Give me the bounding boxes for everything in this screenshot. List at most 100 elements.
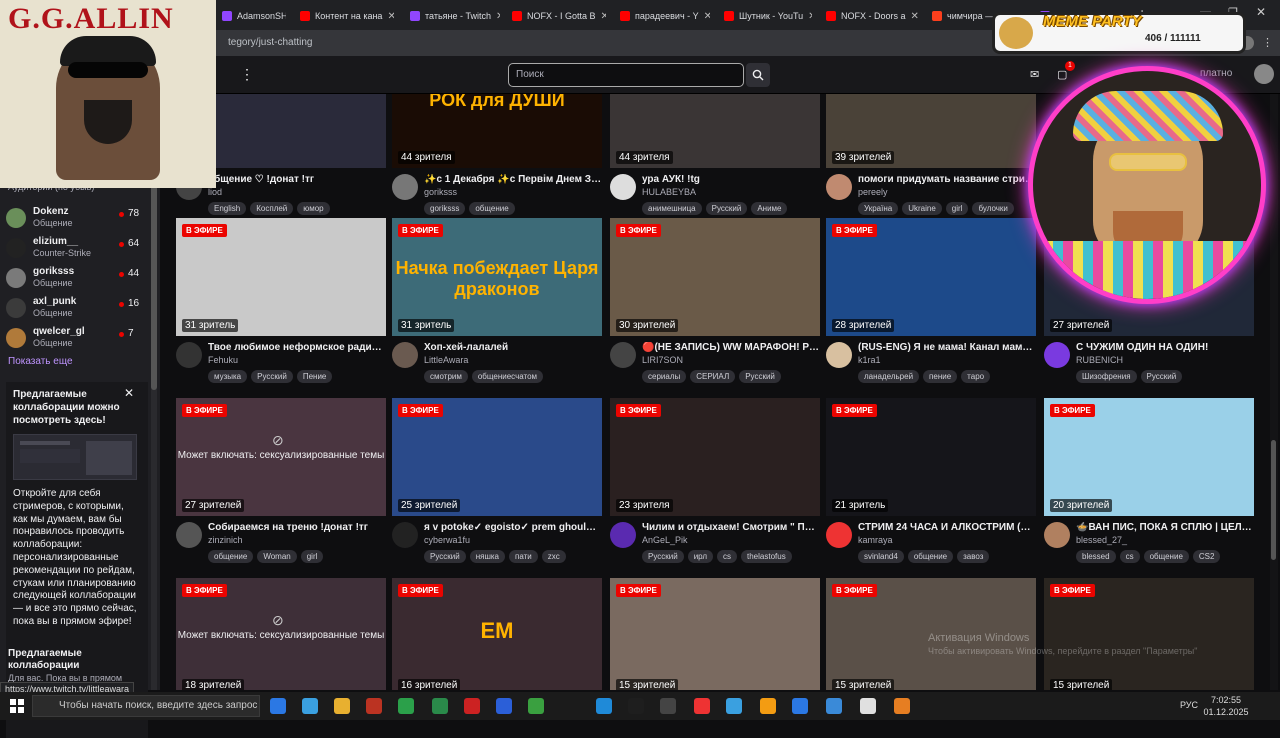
browser-tab[interactable]: татьяне - Twitch ✕ <box>404 5 500 27</box>
stream-channel[interactable]: Fehuku <box>208 355 238 365</box>
stream-tag[interactable]: общение <box>208 550 254 563</box>
taskbar-app-icon[interactable] <box>366 698 382 714</box>
stream-tag[interactable]: няшка <box>469 550 505 563</box>
taskbar-app-icon[interactable] <box>760 698 776 714</box>
stream-tag[interactable]: смотрим <box>424 370 468 383</box>
browser-tab[interactable]: Контент на кана ✕ <box>294 5 394 27</box>
show-more-link[interactable]: Показать еще <box>8 356 73 367</box>
stream-tag[interactable]: Woman <box>257 550 297 563</box>
stream-title[interactable]: Собираемся на треню !донат !тг <box>208 522 386 533</box>
clock-time[interactable]: 7:02:55 <box>1204 695 1248 705</box>
stream-tag[interactable]: пати <box>508 550 538 563</box>
stream-channel[interactable]: RUBENICH <box>1076 355 1123 365</box>
tab-close-icon[interactable]: ✕ <box>911 11 918 22</box>
stream-tag[interactable]: юмор <box>297 202 330 215</box>
stream-title[interactable]: (RUS-ENG) Я не мама! Канал мамы: ... <box>858 342 1036 353</box>
streamer-avatar[interactable] <box>826 174 852 200</box>
stream-tag[interactable]: общение <box>1143 550 1189 563</box>
taskbar-app-icon[interactable] <box>628 698 644 714</box>
stream-tag[interactable]: сериалы <box>642 370 687 383</box>
stream-card[interactable]: В ЭФИРЕ 23 зрителя Чилим и отдыхаем! Смотр… <box>610 398 820 574</box>
taskbar-app-icon[interactable] <box>528 698 544 714</box>
taskbar-app-icon[interactable] <box>726 698 742 714</box>
stream-card[interactable]: ⊘ Может включать: сексуализированные темы… <box>176 398 386 574</box>
stream-title[interactable]: ✨с 1 Декабря ✨с Первім Днем Зи... <box>424 174 602 185</box>
taskbar-app-icon[interactable] <box>860 698 876 714</box>
browser-tab[interactable]: AdamsonSHOW✕ <box>216 5 286 27</box>
streamer-avatar[interactable] <box>610 522 636 548</box>
close-icon[interactable]: ✕ <box>124 386 134 400</box>
stream-tag[interactable]: завоз <box>957 550 990 563</box>
streamer-avatar[interactable] <box>610 174 636 200</box>
stream-card[interactable]: Начка побеждает Царя драконов В ЭФИРЕ 31 з… <box>392 218 602 394</box>
taskbar-app-icon[interactable] <box>826 698 842 714</box>
stream-thumbnail[interactable]: В ЭФИРЕ 15 зрителей <box>610 578 820 690</box>
stream-channel[interactable]: liod <box>208 187 222 197</box>
stream-channel[interactable]: LittleAwara <box>424 355 468 365</box>
search-button[interactable] <box>746 63 770 87</box>
streamer-avatar[interactable] <box>392 174 418 200</box>
taskbar-app-icon[interactable] <box>302 698 318 714</box>
streamer-avatar[interactable] <box>826 522 852 548</box>
stream-tag[interactable]: общение <box>469 202 515 215</box>
whispers-icon[interactable]: ▢ <box>1057 68 1067 81</box>
stream-thumbnail[interactable]: ⊘ Может включать: сексуализированные темы… <box>176 398 386 516</box>
stream-channel[interactable]: LIRI7SON <box>642 355 683 365</box>
stream-title[interactable]: Твое любимое неформское радио (♡ °... <box>208 342 386 353</box>
stream-tag[interactable]: Україна <box>858 202 899 215</box>
tab-close-icon[interactable]: ✕ <box>601 11 606 22</box>
sidebar-channel[interactable]: axl_punk Общение 16 <box>6 294 146 322</box>
stream-card[interactable]: 39 зрителей помоги придумать название стр… <box>826 94 1036 226</box>
user-avatar[interactable] <box>1254 64 1274 84</box>
stream-tag[interactable]: СЕРИАЛ <box>690 370 736 383</box>
stream-tag[interactable]: Русский <box>1140 370 1183 383</box>
main-scrollbar-thumb[interactable] <box>1271 440 1276 560</box>
stream-title[interactable]: С ЧУЖИМ ОДИН НА ОДИН! <box>1076 342 1254 353</box>
stream-card[interactable]: РОК для ДУШИ 44 зрителя ✨с 1 Декабря ✨с Пе… <box>392 94 602 226</box>
taskbar-app-icon[interactable] <box>596 698 612 714</box>
taskbar-app-icon[interactable] <box>334 698 350 714</box>
stream-tag[interactable]: thelastofus <box>741 550 792 563</box>
taskbar-app-icon[interactable] <box>894 698 910 714</box>
stream-card[interactable]: В ЭФИРЕ 21 зритель СТРИМ 24 ЧАСА И АЛКОСТР… <box>826 398 1036 574</box>
stream-thumbnail[interactable]: В ЭФИРЕ 15 зрителей <box>1044 578 1254 690</box>
stream-tag[interactable]: svinland4 <box>858 550 904 563</box>
windows-start-icon[interactable] <box>10 699 24 713</box>
stream-tag[interactable]: Пение <box>296 370 333 383</box>
taskbar-app-icon[interactable] <box>464 698 480 714</box>
stream-tag[interactable]: Шизофрения <box>1076 370 1137 383</box>
stream-card[interactable]: В ЭФИРЕ 15 зрителей <box>610 578 820 690</box>
tab-close-icon[interactable]: ✕ <box>808 11 812 22</box>
taskbar-app-icon[interactable] <box>496 698 512 714</box>
stream-tag[interactable]: girl <box>300 550 324 563</box>
streamer-avatar[interactable] <box>826 342 852 368</box>
taskbar-app-icon[interactable] <box>694 698 710 714</box>
stream-thumbnail[interactable]: В ЭФИРЕ 21 зритель <box>826 398 1036 516</box>
streamer-avatar[interactable] <box>1044 342 1070 368</box>
stream-tag[interactable]: пение <box>923 370 958 383</box>
close-window-icon[interactable]: ✕ <box>1256 5 1266 19</box>
stream-title[interactable]: общение ♡ !донат !тг <box>208 174 386 185</box>
stream-channel[interactable]: cyberwa1fu <box>424 535 470 545</box>
sidebar-channel[interactable]: qwelcer_gl Общение 7 <box>6 324 146 352</box>
clock-date[interactable]: 01.12.2025 <box>1200 707 1252 717</box>
streamer-avatar[interactable] <box>1044 522 1070 548</box>
stream-thumbnail[interactable]: В ЭФИРЕ 25 зрителей <box>392 398 602 516</box>
stream-channel[interactable]: HULABEYBA <box>642 187 696 197</box>
stream-tag[interactable]: Русский <box>705 202 748 215</box>
browser-menu-icon[interactable]: ⋮ <box>1262 36 1273 49</box>
url-text[interactable]: tegory/just-chatting <box>228 37 313 48</box>
stream-tag[interactable]: Русский <box>424 550 466 563</box>
prime-label[interactable]: платно <box>1200 68 1232 79</box>
stream-tag[interactable]: Русский <box>739 370 781 383</box>
tab-close-icon[interactable]: ✕ <box>387 11 394 22</box>
stream-thumbnail[interactable]: В ЭФИРЕ 28 зрителей <box>826 218 1036 336</box>
stream-thumbnail[interactable]: РОК для ДУШИ 44 зрителя <box>392 94 602 168</box>
main-scrollbar[interactable] <box>1270 94 1278 690</box>
stream-tag[interactable]: общениесчатом <box>471 370 544 383</box>
stream-channel[interactable]: zinzinich <box>208 535 243 545</box>
stream-title[interactable]: ура АУК! !tg <box>642 174 820 185</box>
stream-tag[interactable]: музыка <box>208 370 248 383</box>
tab-close-icon[interactable]: ✕ <box>704 11 710 22</box>
stream-card[interactable]: В ЭФИРЕ 31 зритель Твое любимое неформское… <box>176 218 386 394</box>
